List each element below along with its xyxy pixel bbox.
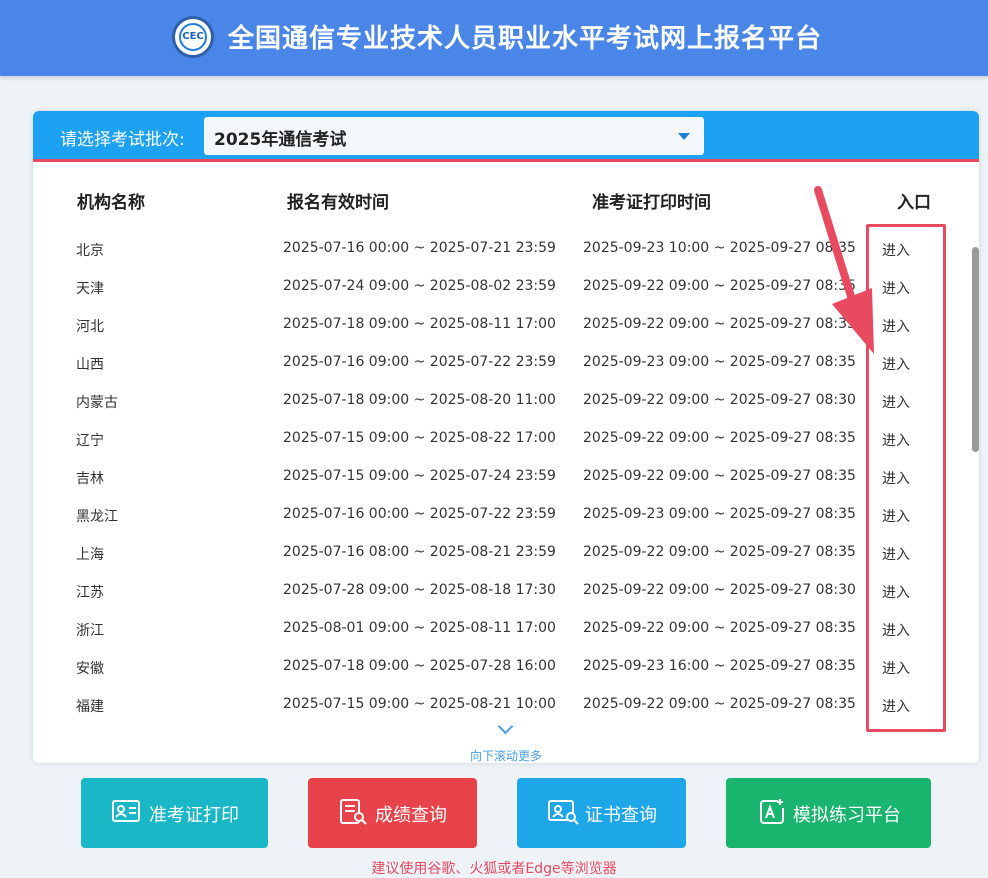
table-row: 吉林 2025-07-15 09:00 ~ 2025-07-24 23:59 202… xyxy=(33,457,979,495)
scroll-more-hint: 向下滚动更多 xyxy=(469,749,542,763)
reg-time-cell: 2025-07-15 09:00 ~ 2025-08-22 17:00 xyxy=(283,430,556,446)
table-row: 江苏 2025-07-28 09:00 ~ 2025-08-18 17:30 202… xyxy=(33,571,979,609)
header-org: 机构名称 xyxy=(77,193,145,213)
table-row: 福建 2025-07-15 09:00 ~ 2025-08-21 10:00 202… xyxy=(33,685,979,723)
edit-icon xyxy=(760,799,784,824)
score-query-button[interactable]: 成绩查询 xyxy=(308,778,477,848)
print-time-cell: 2025-09-22 09:00 ~ 2025-09-27 08:35 xyxy=(583,430,856,446)
reg-time-cell: 2025-07-16 00:00 ~ 2025-07-21 23:59 xyxy=(283,240,556,256)
reg-time-cell: 2025-07-16 00:00 ~ 2025-07-22 23:59 xyxy=(283,506,556,522)
annotation-arrow xyxy=(814,186,874,354)
table-row: 安徽 2025-07-18 09:00 ~ 2025-07-28 16:00 202… xyxy=(33,647,979,685)
reg-time-cell: 2025-07-24 09:00 ~ 2025-08-02 23:59 xyxy=(283,278,556,294)
print-time-cell: 2025-09-22 09:00 ~ 2025-09-27 08:35 xyxy=(583,468,856,484)
admission-ticket-print-button[interactable]: 准考证打印 xyxy=(81,778,268,848)
certificate-query-button[interactable]: 证书查询 xyxy=(517,778,686,848)
certificate-search-icon xyxy=(548,800,579,825)
print-time-cell: 2025-09-23 16:00 ~ 2025-09-27 08:35 xyxy=(583,658,856,674)
org-name-cell: 山西 xyxy=(76,357,104,373)
reg-time-cell: 2025-07-15 09:00 ~ 2025-07-24 23:59 xyxy=(283,468,556,484)
scrollbar[interactable] xyxy=(970,235,979,735)
org-name-cell: 辽宁 xyxy=(76,433,104,449)
document-search-icon xyxy=(340,799,367,825)
batch-select[interactable]: 2025年通信考试 xyxy=(204,117,704,155)
reg-time-cell: 2025-07-15 09:00 ~ 2025-08-21 10:00 xyxy=(283,696,556,712)
chevron-down-icon xyxy=(678,133,690,140)
logo-text: CEC xyxy=(179,23,207,51)
table-row: 上海 2025-07-16 08:00 ~ 2025-08-21 23:59 202… xyxy=(33,533,979,571)
header-print-time: 准考证打印时间 xyxy=(592,193,711,213)
reg-time-cell: 2025-07-16 09:00 ~ 2025-07-22 23:59 xyxy=(283,354,556,370)
org-name-cell: 浙江 xyxy=(76,623,104,639)
org-name-cell: 上海 xyxy=(76,547,104,563)
id-card-icon xyxy=(112,800,140,822)
batch-bar: 请选择考试批次: 2025年通信考试 xyxy=(33,111,979,162)
org-name-cell: 黑龙江 xyxy=(76,509,118,525)
reg-time-cell: 2025-07-16 08:00 ~ 2025-08-21 23:59 xyxy=(283,544,556,560)
practice-platform-button[interactable]: 模拟练习平台 xyxy=(726,778,931,848)
org-name-cell: 安徽 xyxy=(76,661,104,677)
site-title: 全国通信专业技术人员职业水平考试网上报名平台 xyxy=(228,24,823,54)
print-time-cell: 2025-09-22 09:00 ~ 2025-09-27 08:35 xyxy=(583,544,856,560)
batch-selected-value: 2025年通信考试 xyxy=(214,130,347,150)
reg-time-cell: 2025-07-18 09:00 ~ 2025-08-11 17:00 xyxy=(283,316,556,332)
table-row: 黑龙江 2025-07-16 00:00 ~ 2025-07-22 23:59 20… xyxy=(33,495,979,533)
table-row: 辽宁 2025-07-15 09:00 ~ 2025-08-22 17:00 202… xyxy=(33,419,979,457)
print-time-cell: 2025-09-22 09:00 ~ 2025-09-27 08:30 xyxy=(583,582,856,598)
org-name-cell: 北京 xyxy=(76,243,104,259)
org-name-cell: 吉林 xyxy=(76,471,104,487)
button-label: 证书查询 xyxy=(585,805,657,826)
org-name-cell: 内蒙古 xyxy=(76,395,118,411)
reg-time-cell: 2025-08-01 09:00 ~ 2025-08-11 17:00 xyxy=(283,620,556,636)
print-time-cell: 2025-09-22 09:00 ~ 2025-09-27 08:35 xyxy=(583,696,856,712)
reg-time-cell: 2025-07-18 09:00 ~ 2025-08-20 11:00 xyxy=(283,392,556,408)
org-name-cell: 江苏 xyxy=(76,585,104,601)
reg-time-cell: 2025-07-18 09:00 ~ 2025-07-28 16:00 xyxy=(283,658,556,674)
header-entry: 入口 xyxy=(897,193,931,213)
button-label: 模拟练习平台 xyxy=(793,805,901,826)
org-name-cell: 河北 xyxy=(76,319,104,335)
org-name-cell: 天津 xyxy=(76,281,104,297)
reg-time-cell: 2025-07-28 09:00 ~ 2025-08-18 17:30 xyxy=(283,582,556,598)
batch-label: 请选择考试批次: xyxy=(60,130,185,150)
header-reg-time: 报名有效时间 xyxy=(287,193,389,213)
scrollbar-thumb[interactable] xyxy=(972,247,979,452)
table-row: 浙江 2025-08-01 09:00 ~ 2025-08-11 17:00 202… xyxy=(33,609,979,647)
logo: CEC xyxy=(172,16,214,58)
print-time-cell: 2025-09-23 09:00 ~ 2025-09-27 08:35 xyxy=(583,506,856,522)
button-label: 准考证打印 xyxy=(149,805,239,826)
table-row: 内蒙古 2025-07-18 09:00 ~ 2025-08-20 11:00 20… xyxy=(33,381,979,419)
print-time-cell: 2025-09-22 09:00 ~ 2025-09-27 08:35 xyxy=(583,620,856,636)
site-header: CEC 全国通信专业技术人员职业水平考试网上报名平台 xyxy=(0,0,988,76)
browser-tip: 建议使用谷歌、火狐或者Edge等浏览器 xyxy=(371,861,617,877)
button-label: 成绩查询 xyxy=(375,805,447,826)
print-time-cell: 2025-09-22 09:00 ~ 2025-09-27 08:30 xyxy=(583,392,856,408)
org-name-cell: 福建 xyxy=(76,699,104,715)
